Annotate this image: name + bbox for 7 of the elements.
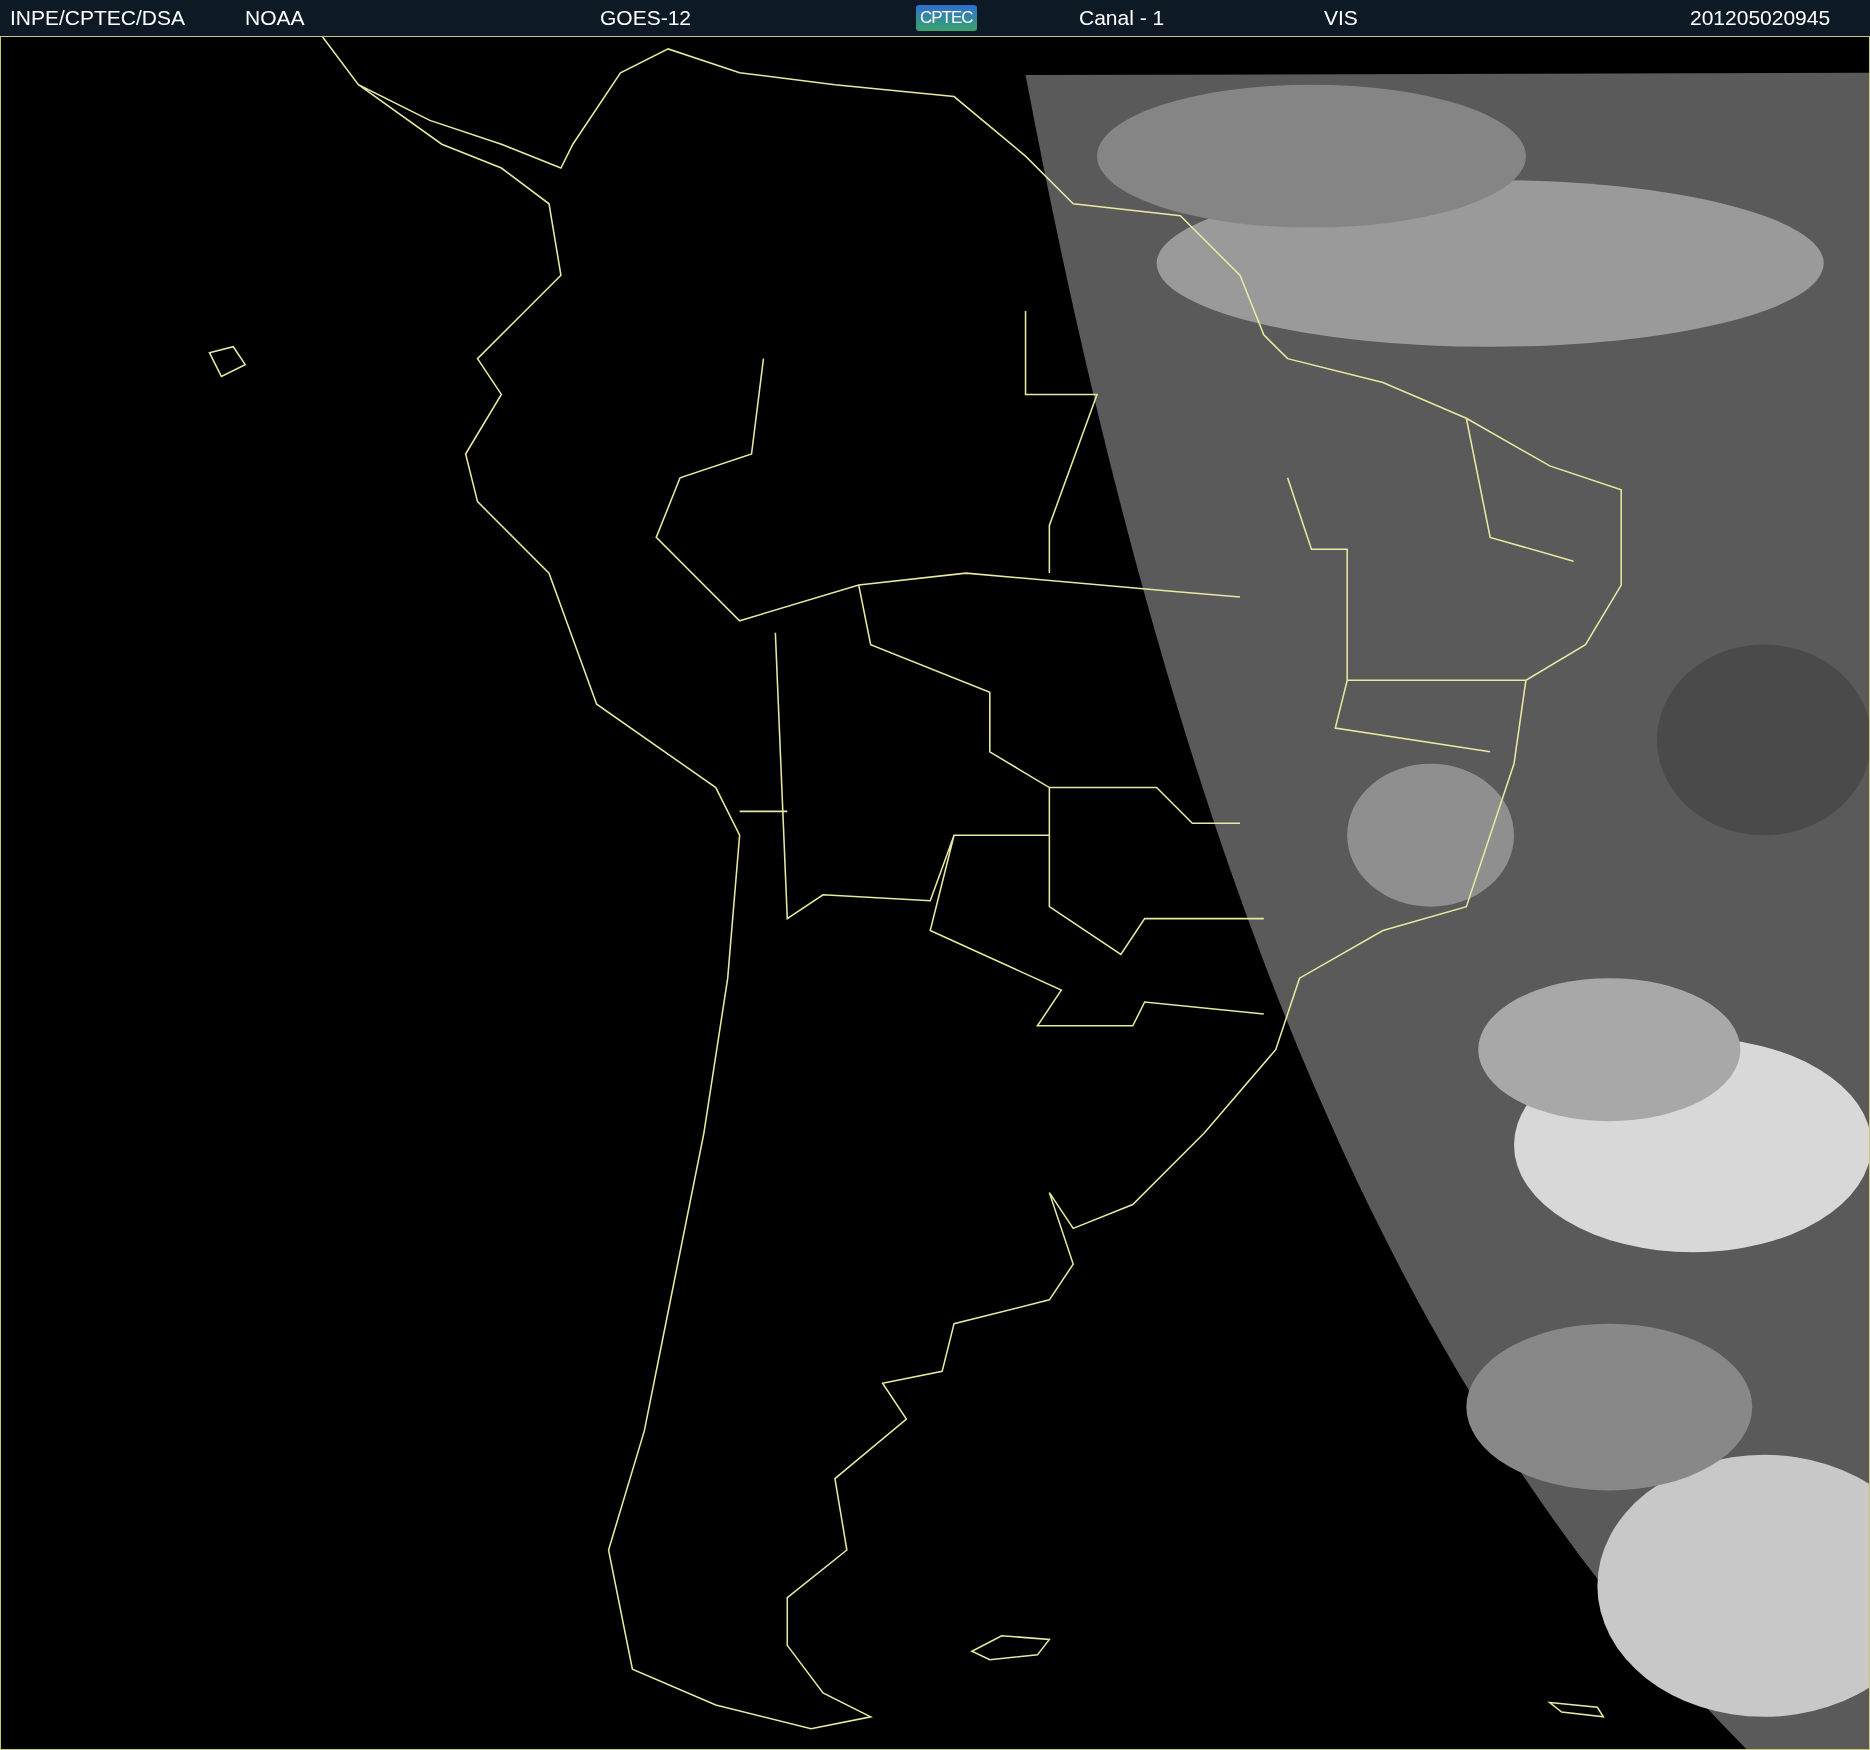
header-label: 201205020945 [1690, 6, 1831, 30]
header-label: Canal - 1 [1079, 6, 1165, 30]
header-label: NOAA [245, 6, 305, 30]
logo-badge: CPTEC [916, 5, 977, 31]
header-label: GOES-12 [600, 6, 692, 30]
header-label: VIS [1324, 6, 1358, 30]
header-label: INPE/CPTEC/DSA [10, 6, 186, 30]
